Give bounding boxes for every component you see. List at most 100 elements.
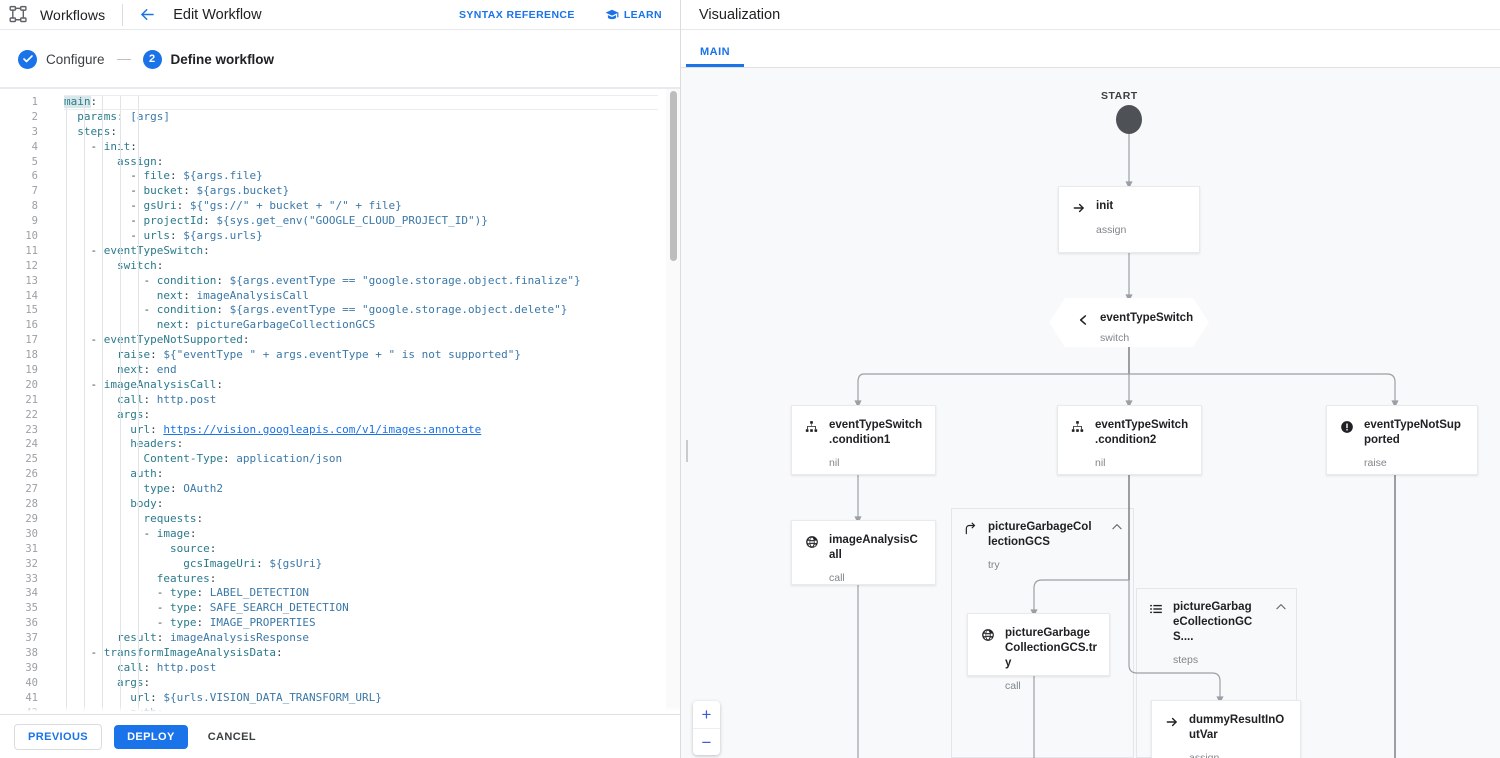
code-line[interactable]: 35 - type: SAFE_SEARCH_DETECTION: [0, 601, 680, 616]
code-line[interactable]: 28 body:: [0, 497, 680, 512]
code-line[interactable]: 11 - eventTypeSwitch:: [0, 244, 680, 259]
code-text[interactable]: args:: [48, 676, 680, 691]
code-line[interactable]: 4 - init:: [0, 140, 680, 155]
code-line[interactable]: 19 next: end: [0, 363, 680, 378]
previous-button[interactable]: PREVIOUS: [14, 723, 103, 750]
code-line[interactable]: 33 features:: [0, 572, 680, 587]
code-text[interactable]: features:: [48, 572, 680, 587]
tab-main[interactable]: MAIN: [686, 46, 745, 67]
code-text[interactable]: main:: [48, 95, 680, 110]
node-condition1[interactable]: eventTypeSwitch.condition1 nil: [791, 405, 936, 475]
code-line[interactable]: 7 - bucket: ${args.bucket}: [0, 184, 680, 199]
code-line[interactable]: 15 - condition: ${args.eventType == "goo…: [0, 303, 680, 318]
syntax-reference-link[interactable]: SYNTAX REFERENCE: [459, 9, 575, 21]
code-line[interactable]: 22 args:: [0, 408, 680, 423]
code-text[interactable]: headers:: [48, 437, 680, 452]
code-line[interactable]: 38 - transformImageAnalysisData:: [0, 646, 680, 661]
code-line[interactable]: 23 url: https://vision.googleapis.com/v1…: [0, 423, 680, 438]
code-text[interactable]: - type: IMAGE_PROPERTIES: [48, 616, 680, 631]
code-text[interactable]: url: ${urls.VISION_DATA_TRANSFORM_URL}: [48, 691, 680, 706]
code-text[interactable]: gcsImageUri: ${gsUri}: [48, 557, 680, 572]
code-line[interactable]: 1 main:: [0, 95, 680, 110]
code-text[interactable]: - gsUri: ${"gs://" + bucket + "/" + file…: [48, 199, 680, 214]
code-text[interactable]: - file: ${args.file}: [48, 169, 680, 184]
code-line[interactable]: 13 - condition: ${args.eventType == "goo…: [0, 274, 680, 289]
code-text[interactable]: - projectId: ${sys.get_env("GOOGLE_CLOUD…: [48, 214, 680, 229]
node-image-analysis-call[interactable]: imageAnalysisCall call: [791, 520, 936, 585]
code-text[interactable]: Content-Type: application/json: [48, 452, 680, 467]
code-text[interactable]: body:: [48, 497, 680, 512]
code-line[interactable]: 29 requests:: [0, 512, 680, 527]
code-text[interactable]: - condition: ${args.eventType == "google…: [48, 274, 680, 289]
code-text[interactable]: args:: [48, 408, 680, 423]
code-line[interactable]: 18 raise: ${"eventType " + args.eventTyp…: [0, 348, 680, 363]
code-line[interactable]: 26 auth:: [0, 467, 680, 482]
node-init[interactable]: init assign: [1058, 186, 1200, 253]
node-event-type-not-supported[interactable]: eventTypeNotSupported raise: [1326, 405, 1478, 475]
code-line[interactable]: 6 - file: ${args.file}: [0, 169, 680, 184]
code-line[interactable]: 42 auth:: [0, 706, 680, 714]
code-line[interactable]: 17 - eventTypeNotSupported:: [0, 333, 680, 348]
code-text[interactable]: - init:: [48, 140, 680, 155]
zoom-out-button[interactable]: −: [693, 728, 720, 755]
code-lines[interactable]: 1 main: 2 params: [args] 3 steps: 4 - init: 5…: [0, 89, 680, 714]
code-text[interactable]: raise: ${"eventType " + args.eventType +…: [48, 348, 680, 363]
code-text[interactable]: - type: SAFE_SEARCH_DETECTION: [48, 601, 680, 616]
cancel-button[interactable]: CANCEL: [200, 725, 269, 749]
canvas-pan-handle[interactable]: [686, 440, 688, 462]
code-text[interactable]: source:: [48, 542, 680, 557]
code-text[interactable]: - transformImageAnalysisData:: [48, 646, 680, 661]
code-line[interactable]: 39 call: http.post: [0, 661, 680, 676]
code-text[interactable]: steps:: [48, 125, 680, 140]
node-picture-garbage-collection-gcs-try[interactable]: pictureGarbageCollectionGCS.try call: [967, 613, 1110, 692]
editor-scrollbar-thumb[interactable]: [670, 91, 677, 261]
node-picture-garbage-collection-steps[interactable]: pictureGarbageCollectionGCS.... steps: [1136, 588, 1297, 666]
step-configure[interactable]: Configure: [18, 49, 105, 69]
code-text[interactable]: auth:: [48, 706, 680, 714]
deploy-button[interactable]: DEPLOY: [114, 724, 188, 749]
code-line[interactable]: 40 args:: [0, 676, 680, 691]
code-text[interactable]: params: [args]: [48, 110, 680, 125]
code-line[interactable]: 30 - image:: [0, 527, 680, 542]
code-line[interactable]: 21 call: http.post: [0, 393, 680, 408]
code-line[interactable]: 34 - type: LABEL_DETECTION: [0, 586, 680, 601]
code-text[interactable]: - urls: ${args.urls}: [48, 229, 680, 244]
code-text[interactable]: url: https://vision.googleapis.com/v1/im…: [48, 423, 680, 438]
code-text[interactable]: type: OAuth2: [48, 482, 680, 497]
workflow-canvas[interactable]: START init assign eventTypeSwitch switch…: [681, 68, 1500, 758]
code-text[interactable]: next: imageAnalysisCall: [48, 289, 680, 304]
node-event-type-switch[interactable]: eventTypeSwitch switch: [1049, 298, 1209, 347]
code-line[interactable]: 12 switch:: [0, 259, 680, 274]
node-picture-garbage-collection-gcs[interactable]: pictureGarbageCollectionGCS try: [951, 508, 1134, 571]
arrow-left-icon[interactable]: [137, 5, 157, 25]
code-text[interactable]: - image:: [48, 527, 680, 542]
code-text[interactable]: - imageAnalysisCall:: [48, 378, 680, 393]
code-line[interactable]: 5 assign:: [0, 155, 680, 170]
step-define-workflow[interactable]: 2 Define workflow: [142, 49, 274, 69]
code-line[interactable]: 2 params: [args]: [0, 110, 680, 125]
code-text[interactable]: auth:: [48, 467, 680, 482]
code-text[interactable]: result: imageAnalysisResponse: [48, 631, 680, 646]
code-text[interactable]: call: http.post: [48, 393, 680, 408]
code-line[interactable]: 20 - imageAnalysisCall:: [0, 378, 680, 393]
code-line[interactable]: 8 - gsUri: ${"gs://" + bucket + "/" + fi…: [0, 199, 680, 214]
code-line[interactable]: 37 result: imageAnalysisResponse: [0, 631, 680, 646]
editor-scrollbar[interactable]: [666, 89, 680, 714]
code-text[interactable]: next: end: [48, 363, 680, 378]
code-text[interactable]: switch:: [48, 259, 680, 274]
start-node[interactable]: [1116, 105, 1142, 134]
node-condition2[interactable]: eventTypeSwitch.condition2 nil: [1057, 405, 1202, 475]
code-line[interactable]: 9 - projectId: ${sys.get_env("GOOGLE_CLO…: [0, 214, 680, 229]
code-text[interactable]: - eventTypeSwitch:: [48, 244, 680, 259]
code-line[interactable]: 32 gcsImageUri: ${gsUri}: [0, 557, 680, 572]
code-text[interactable]: call: http.post: [48, 661, 680, 676]
code-line[interactable]: 14 next: imageAnalysisCall: [0, 289, 680, 304]
code-line[interactable]: 36 - type: IMAGE_PROPERTIES: [0, 616, 680, 631]
code-line[interactable]: 16 next: pictureGarbageCollectionGCS: [0, 318, 680, 333]
code-line[interactable]: 41 url: ${urls.VISION_DATA_TRANSFORM_URL…: [0, 691, 680, 706]
code-text[interactable]: - eventTypeNotSupported:: [48, 333, 680, 348]
learn-link[interactable]: LEARN: [605, 8, 662, 22]
code-line[interactable]: 3 steps:: [0, 125, 680, 140]
code-line[interactable]: 31 source:: [0, 542, 680, 557]
chevron-up-icon[interactable]: [1102, 520, 1124, 534]
